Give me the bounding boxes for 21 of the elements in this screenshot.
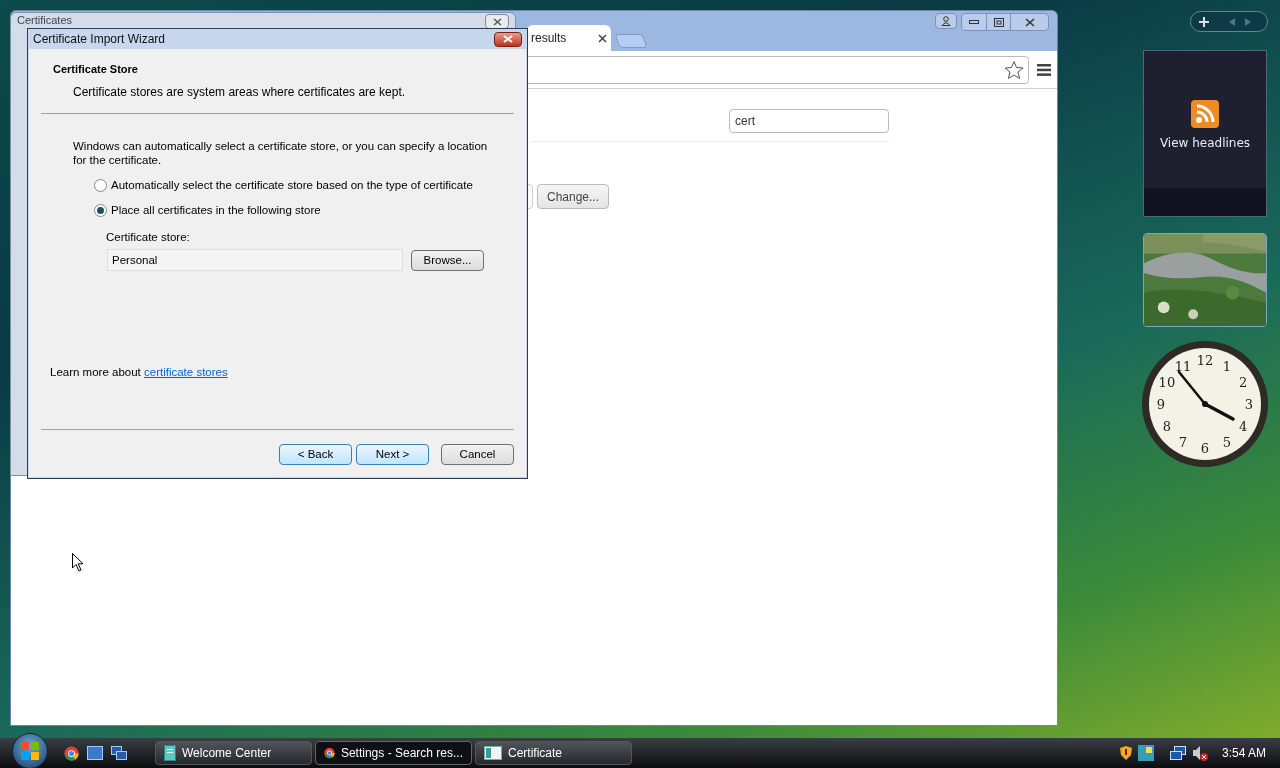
window-title: Certificate Import Wizard — [33, 31, 166, 48]
clock-numeral: 10 — [1158, 375, 1176, 389]
clock-numeral: 4 — [1238, 419, 1248, 433]
clock-numeral: 5 — [1222, 435, 1232, 449]
page-heading: Certificate Store — [53, 62, 139, 77]
tab-title: results — [531, 30, 567, 47]
feed-label: View headlines — [1159, 135, 1251, 152]
clock-numeral: 3 — [1244, 397, 1254, 411]
clock-numeral: 7 — [1178, 435, 1188, 449]
clock-numeral: 11 — [1174, 359, 1192, 373]
clock-numeral: 1 — [1222, 359, 1232, 373]
window-title: Certificates — [17, 14, 73, 27]
field-label: Certificate store: — [106, 230, 191, 245]
clock-numeral: 9 — [1156, 397, 1166, 411]
clock-numeral: 8 — [1162, 419, 1172, 433]
page-subheading: Certificate stores are system areas where certificates are kept. — [73, 83, 407, 101]
clock-numeral: 2 — [1238, 375, 1248, 389]
clock-numeral: 6 — [1200, 441, 1210, 455]
intro-text: Windows can automatically select a certificate store, or you can specify a location for the certificate. — [73, 138, 489, 167]
clock-numeral: 12 — [1196, 353, 1214, 367]
learn-more-text: Learn more about certificate stores — [50, 364, 229, 380]
